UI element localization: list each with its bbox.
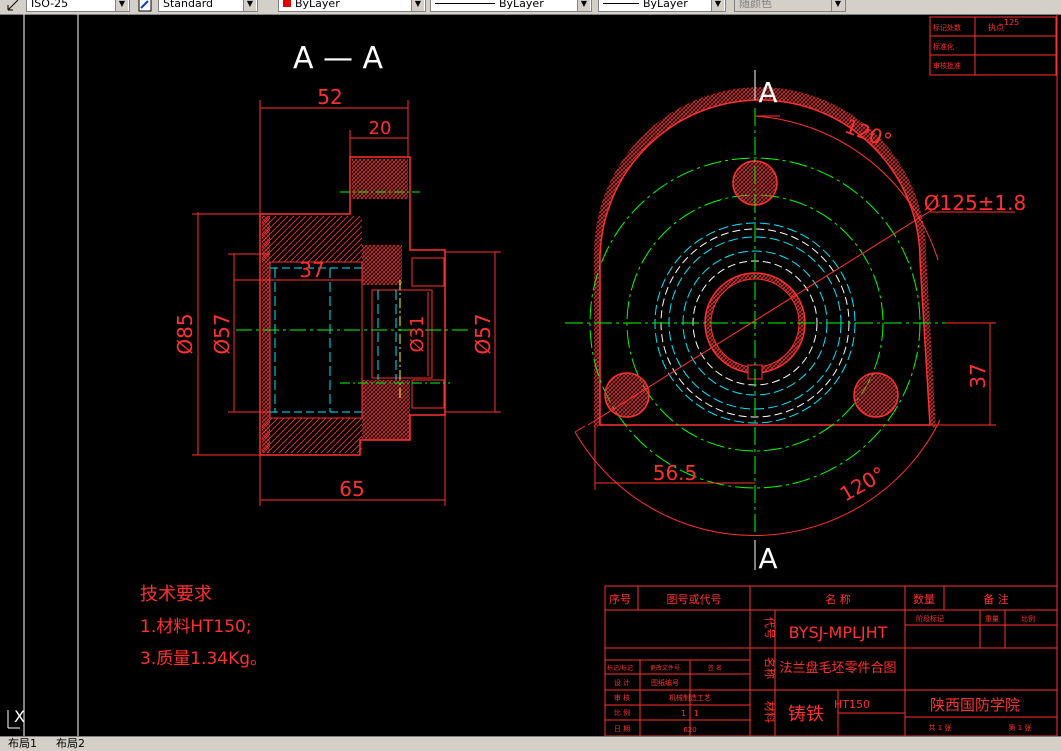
tb-design-name: 图纸编号 (651, 678, 679, 687)
revision-r3: 审核批准 (933, 61, 961, 70)
tab-layout-2[interactable]: 布局2 (52, 737, 89, 750)
linetype-value: ByLayer (499, 0, 544, 10)
tb-sheet-no: 第 1 张 (1009, 723, 1032, 732)
dim-phi57-right: Ø57 (471, 313, 495, 354)
cad-drawing: X A — A 52 20 37 65 Ø85 Ø57 Ø31 Ø57 A A … (7, 14, 1058, 737)
tb-school: 陕西国防学院 (930, 696, 1020, 714)
notes-line-1: 1.材料HT150; (140, 617, 252, 637)
chevron-down-icon: ▼ (711, 0, 724, 11)
linetype-select[interactable]: ByLayer ▼ (430, 0, 592, 12)
section-title: A — A (293, 41, 384, 76)
lineweight-value: ByLayer (643, 0, 688, 10)
tab-layout-1[interactable]: 布局1 (4, 737, 41, 750)
linetype-sample-icon (435, 3, 495, 4)
cut-label-bottom: A (758, 542, 777, 575)
tb-sign-sig: 签 名 (708, 664, 722, 672)
color-select[interactable]: ByLayer ▼ (278, 0, 426, 12)
dim-37-front: 37 (966, 363, 990, 388)
revision-r1: 标记处数 (933, 23, 961, 32)
notes-title: 技术要求 (140, 584, 212, 605)
dim-angle-top: 120° (842, 114, 895, 153)
dim-phi57-left: Ø57 (210, 313, 234, 354)
lineweight-sample-icon (603, 3, 639, 4)
tb-sign-scale: 比 例 (614, 708, 630, 717)
tb-material-grade: HT150 (834, 698, 870, 711)
drawing-canvas[interactable]: X A — A 52 20 37 65 Ø85 Ø57 Ø31 Ø57 A A … (0, 14, 1061, 737)
revision-r2: 标准化 (933, 42, 954, 51)
chevron-down-icon: ▼ (243, 0, 256, 11)
dim-angle-bottom: 120° (836, 461, 890, 506)
tb-sign-mark: 标记/标记 (607, 664, 633, 672)
dimstyle-icon[interactable] (6, 0, 20, 11)
dimstyle-select[interactable]: ISO-25 ▼ (26, 0, 130, 12)
dimstyle-value: ISO-25 (31, 0, 69, 10)
tb-weight: 重量 (985, 615, 999, 623)
tb-drawing-code: BYSJ-MPLJHT (789, 623, 888, 642)
tb-date: 620 (683, 726, 696, 734)
ucs-icon: X (7, 707, 25, 729)
tb-label-code: 代号 (763, 617, 776, 639)
cut-label-top: A (758, 76, 777, 109)
plotstyle-select[interactable]: 随颜色 ▼ (734, 0, 846, 12)
tb-stage: 阶段标记 (916, 614, 944, 623)
tb-col-code: 图号或代号 (667, 593, 722, 606)
tb-sign-check: 审 核 (614, 693, 630, 702)
svg-text:X: X (14, 707, 25, 726)
dim-phi85: Ø85 (173, 313, 197, 354)
lineweight-select[interactable]: ByLayer ▼ (598, 0, 726, 12)
tb-col-seq: 序号 (609, 592, 631, 606)
notes-line-2: 3.质量1.34Kg。 (140, 649, 267, 669)
chevron-down-icon: ▼ (831, 0, 844, 11)
tb-sheet-total: 共 1 张 (929, 723, 952, 732)
tb-sign-docno: 更改文件号 (650, 664, 680, 672)
chevron-down-icon: ▼ (411, 0, 424, 11)
tb-label-material: 材料 (763, 701, 777, 723)
dim-56-5: 56.5 (653, 461, 698, 485)
chevron-down-icon: ▼ (115, 0, 128, 11)
tb-col-name: 名 称 (825, 592, 851, 606)
plotstyle-value: 随颜色 (739, 0, 772, 10)
tb-drawing-name: 法兰盘毛坯零件合图 (779, 660, 896, 676)
section-view (236, 156, 470, 456)
textstyle-select[interactable]: Standard ▼ (158, 0, 258, 12)
tb-col-note: 备 注 (983, 592, 1009, 606)
layout-tabs: 布局1 布局2 (0, 736, 1061, 751)
revision-r1b: 执点 (988, 22, 1004, 32)
chevron-down-icon: ▼ (577, 0, 590, 11)
tb-scale: 1 : 1 (681, 709, 699, 718)
textstyle-value: Standard (163, 0, 214, 10)
color-value: ByLayer (295, 0, 340, 10)
tb-ratio: 比例 (1021, 614, 1035, 623)
dim-phi125: Ø125±1.8 (924, 191, 1026, 215)
tb-sign-date: 日 期 (614, 725, 630, 733)
dim-65: 65 (339, 477, 364, 501)
revision-r1c: 125 (1004, 18, 1019, 27)
dim-20: 20 (369, 118, 392, 139)
dim-phi31: Ø31 (407, 315, 428, 352)
tb-sign-design: 设 计 (614, 678, 630, 687)
dim-52: 52 (317, 85, 342, 109)
tb-material: 铸铁 (788, 704, 824, 725)
front-view (565, 70, 1015, 570)
color-swatch-icon (283, 0, 291, 7)
tb-label-name: 名称 (763, 657, 777, 679)
tb-col-qty: 数量 (913, 593, 935, 606)
textstyle-icon[interactable] (138, 0, 152, 12)
dim-37: 37 (299, 258, 324, 282)
properties-toolbar: ISO-25 ▼ Standard ▼ ByLayer ▼ ByLayer ▼ … (0, 0, 1061, 15)
tb-check-name: 机械制造工艺 (669, 693, 711, 702)
